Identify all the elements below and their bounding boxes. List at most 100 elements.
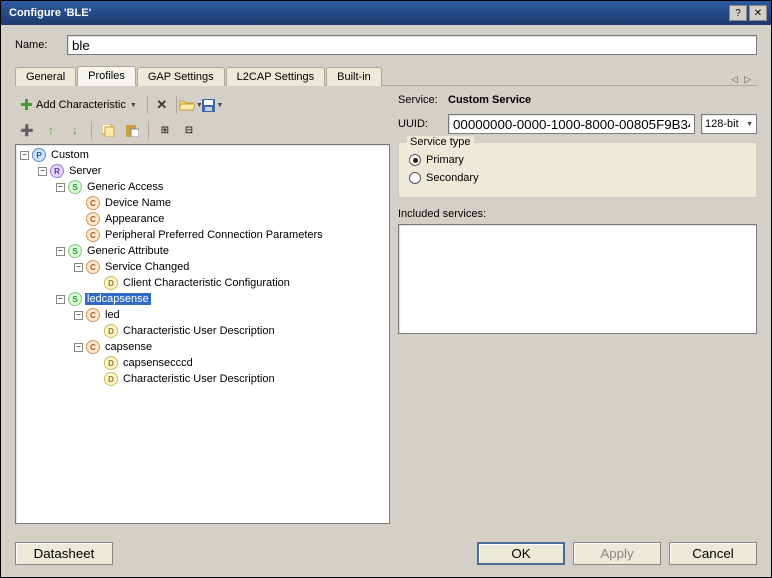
tree-item[interactable]: −Sledcapsense	[18, 291, 387, 307]
tree-item[interactable]: −CService Changed	[18, 259, 387, 275]
radio-secondary[interactable]: Secondary	[409, 169, 746, 187]
open-folder-button[interactable]: ▼	[181, 95, 201, 115]
delete-button[interactable]: ✕	[152, 95, 172, 115]
close-button[interactable]: ✕	[749, 5, 767, 21]
arrow-up-icon: ↑	[48, 123, 54, 137]
tree-item-label: led	[103, 309, 122, 321]
tree-item[interactable]: CAppearance	[18, 211, 387, 227]
tree-item-label: Server	[67, 165, 103, 177]
expander-minus-icon[interactable]: −	[56, 183, 65, 192]
move-up-button[interactable]: ↑	[41, 120, 61, 140]
save-button[interactable]: ▼	[203, 95, 223, 115]
ok-button[interactable]: OK	[477, 542, 565, 565]
expander-blank[interactable]	[74, 215, 83, 224]
details-panel: Service: Custom Service UUID: 128-bit ▼ …	[398, 92, 757, 524]
node-type-P-icon: P	[32, 148, 46, 162]
tabs: General Profiles GAP Settings L2CAP Sett…	[15, 65, 757, 86]
tree-item[interactable]: −SGeneric Access	[18, 179, 387, 195]
arrow-down-icon: ↓	[72, 123, 78, 137]
tree-item[interactable]: CDevice Name	[18, 195, 387, 211]
toolbar-primary: Add Characteristic ▼ ✕ ▼ ▼	[15, 92, 390, 118]
node-type-S-icon: S	[68, 292, 82, 306]
add-item-button[interactable]: ➕	[17, 120, 37, 140]
node-type-D-icon: D	[104, 324, 118, 338]
expander-blank[interactable]	[92, 359, 101, 368]
expander-minus-icon[interactable]: −	[74, 263, 83, 272]
expander-blank[interactable]	[92, 279, 101, 288]
add-characteristic-button[interactable]: Add Characteristic ▼	[15, 96, 143, 114]
copy-button[interactable]	[98, 120, 118, 140]
tree-item[interactable]: −SGeneric Attribute	[18, 243, 387, 259]
add-icon: ➕	[20, 124, 34, 137]
apply-button[interactable]: Apply	[573, 542, 661, 565]
tab-nav-left-icon[interactable]: ◁	[729, 74, 740, 85]
expand-all-button[interactable]: ⊞	[155, 120, 175, 140]
expander-minus-icon[interactable]: −	[74, 343, 83, 352]
node-type-D-icon: D	[104, 356, 118, 370]
tree-item[interactable]: −RServer	[18, 163, 387, 179]
tree-item-label: Appearance	[103, 213, 166, 225]
tree-item-label: Device Name	[103, 197, 173, 209]
expander-minus-icon[interactable]: −	[38, 167, 47, 176]
folder-open-icon	[179, 99, 195, 111]
name-input[interactable]	[67, 35, 757, 55]
tree-item-label: capsensecccd	[121, 357, 195, 369]
expander-minus-icon[interactable]: −	[56, 295, 65, 304]
tab-gap-settings[interactable]: GAP Settings	[137, 67, 225, 86]
tab-built-in[interactable]: Built-in	[326, 67, 382, 86]
node-type-D-icon: D	[104, 372, 118, 386]
node-type-C-icon: C	[86, 308, 100, 322]
node-type-C-icon: C	[86, 196, 100, 210]
node-type-C-icon: C	[86, 340, 100, 354]
tree-item[interactable]: DClient Characteristic Configuration	[18, 275, 387, 291]
dialog-buttons: Datasheet OK Apply Cancel	[1, 534, 771, 573]
service-value: Custom Service	[448, 94, 531, 106]
expander-blank[interactable]	[92, 327, 101, 336]
paste-icon	[126, 124, 139, 137]
radio-primary[interactable]: Primary	[409, 151, 746, 169]
profile-tree[interactable]: −PCustom−RServer−SGeneric AccessCDevice …	[15, 144, 390, 524]
radio-icon	[409, 154, 421, 166]
expander-blank[interactable]	[74, 199, 83, 208]
tree-item[interactable]: Dcapsensecccd	[18, 355, 387, 371]
move-down-button[interactable]: ↓	[65, 120, 85, 140]
uuid-bits-dropdown[interactable]: 128-bit ▼	[701, 114, 757, 134]
expander-blank[interactable]	[74, 231, 83, 240]
cancel-button[interactable]: Cancel	[669, 542, 757, 565]
uuid-input[interactable]	[448, 114, 695, 134]
tree-collapse-icon: ⊟	[185, 125, 193, 136]
chevron-down-icon: ▼	[216, 102, 223, 109]
node-type-C-icon: C	[86, 260, 100, 274]
paste-button[interactable]	[122, 120, 142, 140]
collapse-all-button[interactable]: ⊟	[179, 120, 199, 140]
tab-nav-right-icon[interactable]: ▷	[742, 74, 753, 85]
tree-item-label: Service Changed	[103, 261, 191, 273]
tree-item[interactable]: CPeripheral Preferred Connection Paramet…	[18, 227, 387, 243]
expander-minus-icon[interactable]: −	[56, 247, 65, 256]
help-button[interactable]: ?	[729, 5, 747, 21]
included-services-label: Included services:	[398, 208, 757, 220]
tree-item[interactable]: DCharacteristic User Description	[18, 371, 387, 387]
tree-item-label: ledcapsense	[85, 293, 151, 305]
tree-item[interactable]: −PCustom	[18, 147, 387, 163]
tab-profiles[interactable]: Profiles	[77, 66, 136, 86]
tab-general[interactable]: General	[15, 67, 76, 86]
plus-icon	[21, 99, 33, 111]
x-icon: ✕	[156, 97, 167, 113]
expander-blank[interactable]	[92, 375, 101, 384]
tree-item[interactable]: −Cled	[18, 307, 387, 323]
node-type-S-icon: S	[68, 180, 82, 194]
expander-minus-icon[interactable]: −	[74, 311, 83, 320]
tab-l2cap-settings[interactable]: L2CAP Settings	[226, 67, 325, 86]
node-type-D-icon: D	[104, 276, 118, 290]
included-services-listbox[interactable]	[398, 224, 757, 334]
tree-item-label: Characteristic User Description	[121, 373, 277, 385]
tree-item[interactable]: DCharacteristic User Description	[18, 323, 387, 339]
copy-icon	[102, 124, 115, 137]
node-type-C-icon: C	[86, 228, 100, 242]
expander-minus-icon[interactable]: −	[20, 151, 29, 160]
datasheet-button[interactable]: Datasheet	[15, 542, 113, 565]
tree-item[interactable]: −Ccapsense	[18, 339, 387, 355]
tree-item-label: Generic Attribute	[85, 245, 171, 257]
service-type-title: Service type	[407, 136, 474, 148]
